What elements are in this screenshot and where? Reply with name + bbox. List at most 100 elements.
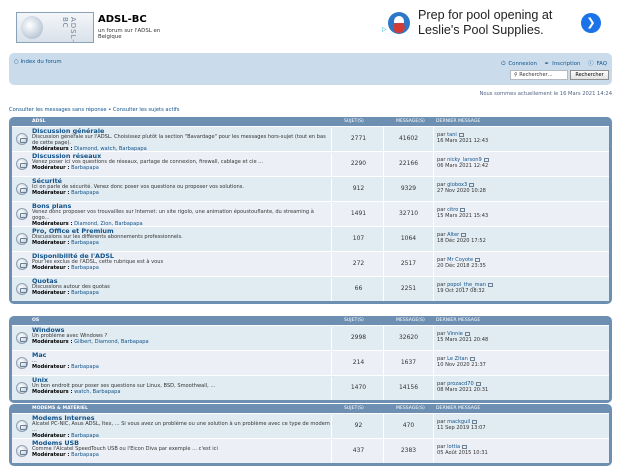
nav-index-link[interactable]: ○ Index du forum xyxy=(14,59,62,65)
topic-count: 66 xyxy=(334,277,384,301)
chevron-right-icon[interactable]: ❯ xyxy=(581,13,601,33)
forum-read-icon xyxy=(16,158,28,170)
last-post: par Vinnie 15 Mars 2021 20:48 xyxy=(437,331,488,343)
moderator-links[interactable]: Barbapapa xyxy=(71,165,99,171)
forum-info: Disponibilité de l'ADSL Pour les exclus d… xyxy=(32,252,332,276)
last-post-by: par xyxy=(437,282,446,288)
forum-read-icon xyxy=(16,258,28,270)
logo-globe-icon xyxy=(21,16,43,39)
register-label[interactable]: Inscription xyxy=(552,61,580,67)
last-post-by: par xyxy=(437,182,446,188)
faq-link[interactable]: ⓘ FAQ xyxy=(585,61,607,67)
pencil-icon: ✒ xyxy=(544,61,550,67)
navbar: ○ Index du forum ⏻ Connexion ✒ Inscription… xyxy=(9,53,612,85)
last-post-date: 27 Nov 2020 10:28 xyxy=(437,188,486,195)
last-post-author[interactable]: citro xyxy=(447,207,458,213)
forum-info: Pro, Office et Premium Discussions sur le… xyxy=(32,227,332,251)
power-icon: ⏻ xyxy=(501,61,506,67)
moderator-links[interactable]: Barbapapa xyxy=(71,190,99,196)
forum-moderators: Modérateur : Barbapapa xyxy=(32,165,331,172)
view-latest-post-icon[interactable] xyxy=(462,444,468,449)
moderators-label: Modérateur : xyxy=(32,364,70,371)
forum-category: OS SUJET(S) MESSAGE(S) DERNIER MESSAGE Windo… xyxy=(9,316,612,403)
advertisement[interactable]: Prep for pool opening at Leslie's Pool S… xyxy=(382,7,606,39)
forum-moderators: Modérateur : Barbapapa xyxy=(32,265,331,272)
nav-index-label[interactable]: Index du forum xyxy=(20,59,61,65)
last-post-author[interactable]: nicky_larson9 xyxy=(447,157,482,163)
moderators-label: Modérateur : xyxy=(32,190,70,197)
moderators-label: Modérateurs : xyxy=(32,339,73,346)
last-post-author[interactable]: prozacd70 xyxy=(447,381,474,387)
last-post-date: 20 Déc 2018 23:35 xyxy=(437,263,486,270)
post-count: 14156 xyxy=(384,376,434,400)
view-latest-post-icon[interactable] xyxy=(469,182,475,187)
moderator-links[interactable]: Barbapapa xyxy=(71,240,99,246)
moderator-links[interactable]: Gilbert, Diamond, Barbapapa xyxy=(74,339,149,345)
last-post: par tani 16 Mars 2021 12:43 xyxy=(437,132,488,144)
topic-count: 92 xyxy=(334,414,384,438)
moderator-links[interactable]: Barbapapa xyxy=(71,364,99,370)
last-post-date: 08 Mars 2021 20:31 xyxy=(437,387,489,394)
category-name[interactable]: Modems & matériel xyxy=(32,406,88,411)
view-latest-post-icon[interactable] xyxy=(475,257,481,262)
last-post-author[interactable]: globox3 xyxy=(447,182,467,188)
forum-moderators: Modérateur : Barbapapa xyxy=(32,240,331,247)
register-link[interactable]: ✒ Inscription xyxy=(542,61,581,67)
forum-read-icon xyxy=(16,208,28,220)
view-latest-post-icon[interactable] xyxy=(460,207,466,212)
last-post-author[interactable]: mackguil xyxy=(447,419,470,425)
column-posts: MESSAGE(S) xyxy=(396,119,425,124)
site-logo[interactable]: ADSL-BC xyxy=(16,12,94,43)
view-latest-post-icon[interactable] xyxy=(464,331,470,336)
view-latest-post-icon[interactable] xyxy=(458,132,464,137)
view-latest-post-icon[interactable] xyxy=(475,381,481,386)
search-input[interactable]: ⚲ Rechercher… xyxy=(510,70,568,80)
last-post: par globox3 27 Nov 2020 10:28 xyxy=(437,182,486,194)
last-post-author[interactable]: Vinnie xyxy=(447,331,463,337)
login-label[interactable]: Connexion xyxy=(508,61,537,67)
current-datetime: Nous sommes actuellement le 16 Mars 2021… xyxy=(479,91,612,97)
forum-info: Mac... Modérateur : Barbapapa xyxy=(32,351,332,375)
last-post-author[interactable]: tani xyxy=(447,132,457,138)
view-latest-post-icon[interactable] xyxy=(487,282,493,287)
moderators-label: Modérateur : xyxy=(32,265,70,272)
post-count: 2517 xyxy=(384,252,434,276)
login-link[interactable]: ⏻ Connexion xyxy=(498,61,537,67)
last-post-by: par xyxy=(437,381,446,387)
forum-read-icon xyxy=(16,133,28,145)
search-placeholder: Rechercher… xyxy=(519,72,553,78)
topic-count: 272 xyxy=(334,252,384,276)
forum-info: Discussion générale Discussion générale s… xyxy=(32,127,332,152)
forum-row: Modems USB Comme l'Alcatel SpeedTouch USB… xyxy=(12,438,609,463)
topic-count: 1491 xyxy=(334,202,384,226)
category-name[interactable]: ADSL xyxy=(32,119,46,124)
search-button[interactable]: Rechercher xyxy=(570,70,609,80)
forum-moderators: Modérateur : Barbapapa xyxy=(32,364,331,371)
view-latest-post-icon[interactable] xyxy=(461,232,467,237)
forum-title[interactable]: Mac xyxy=(32,351,331,359)
forum-row: Mac... Modérateur : Barbapapa 214 1637 par L… xyxy=(12,350,609,375)
view-latest-post-icon[interactable] xyxy=(483,157,489,162)
last-post-author[interactable]: Le Zitan xyxy=(447,356,468,362)
forum-info: Modems USB Comme l'Alcatel SpeedTouch USB… xyxy=(32,439,332,463)
quick-links[interactable]: Consulter les messages sans réponse • Co… xyxy=(9,107,179,113)
forum-category: ADSL SUJET(S) MESSAGE(S) DERNIER MESSAGE Dis… xyxy=(9,117,612,304)
forum-read-icon xyxy=(16,183,28,195)
last-post-by: par xyxy=(437,331,446,337)
forum-row: Pro, Office et Premium Discussions sur le… xyxy=(12,226,609,251)
view-latest-post-icon[interactable] xyxy=(469,356,475,361)
last-post-author[interactable]: popol_the_man xyxy=(447,282,486,288)
moderator-links[interactable]: Barbapapa xyxy=(71,452,99,458)
site-title[interactable]: ADSL-BC xyxy=(98,14,147,25)
moderator-links[interactable]: watch, Barbapapa xyxy=(74,389,120,395)
forum-moderators: Modérateur : Barbapapa xyxy=(32,452,331,459)
faq-label[interactable]: FAQ xyxy=(597,61,607,67)
view-latest-post-icon[interactable] xyxy=(472,419,478,424)
category-name[interactable]: OS xyxy=(32,318,39,323)
last-post: par citro 15 Mars 2021 15:43 xyxy=(437,207,488,219)
ad-choices-icon[interactable]: ▷ xyxy=(382,26,387,33)
ad-text[interactable]: Prep for pool opening at Leslie's Pool S… xyxy=(418,8,578,38)
moderator-links[interactable]: Barbapapa xyxy=(71,290,99,296)
last-post-by: par xyxy=(437,207,446,213)
moderator-links[interactable]: Barbapapa xyxy=(71,265,99,271)
